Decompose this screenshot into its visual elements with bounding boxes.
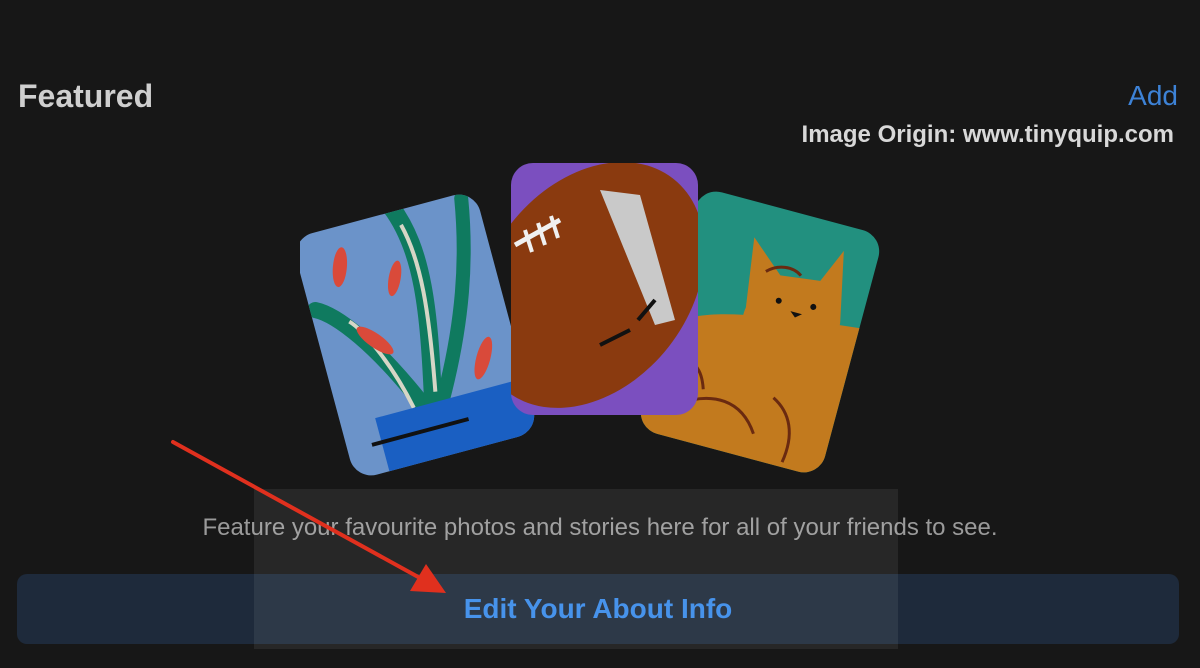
edit-about-info-button[interactable]: Edit Your About Info (17, 574, 1179, 644)
edit-about-info-label: Edit Your About Info (463, 593, 733, 624)
watermark-text: Image Origin: www.tinyquip.com (801, 121, 1174, 148)
section-title: Featured (18, 78, 154, 114)
featured-illustration (300, 163, 880, 481)
empty-state-caption: Feature your favourite photos and storie… (202, 514, 998, 541)
add-featured-link[interactable]: Add (1128, 80, 1178, 112)
